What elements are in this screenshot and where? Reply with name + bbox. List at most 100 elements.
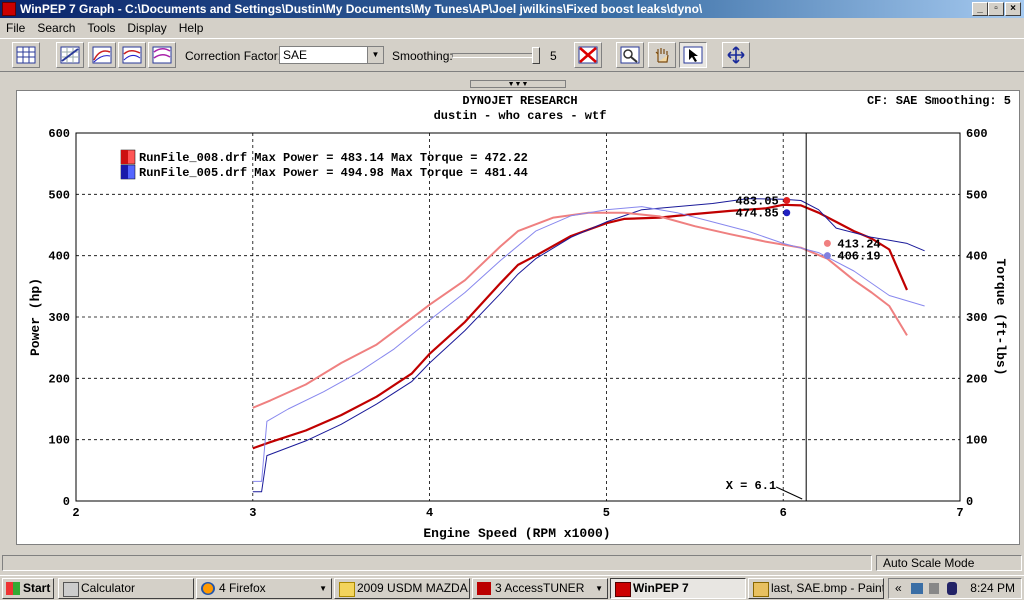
no-markers-icon — [578, 46, 598, 64]
chevron-down-icon[interactable]: ▼ — [367, 47, 383, 63]
y-axis-right-label: Torque (ft-lbs) — [993, 258, 1008, 375]
graph-power-icon — [60, 46, 80, 64]
y-tick-label-left: 500 — [48, 188, 70, 202]
x-axis-label: Engine Speed (RPM x1000) — [423, 526, 610, 541]
taskbar-item-label: last, SAE.bmp - Paint — [771, 581, 884, 595]
y-axis-left-label: Power (hp) — [28, 278, 43, 356]
network-icon[interactable] — [911, 583, 923, 594]
menu-bar: File Search Tools Display Help — [0, 19, 1024, 37]
taskbar-item-label: 4 Firefox — [219, 581, 266, 595]
peak-marker-dot — [783, 209, 791, 217]
menu-tools[interactable]: Tools — [81, 19, 121, 37]
move-icon — [727, 46, 745, 64]
graph-compare-button[interactable] — [148, 42, 176, 68]
peak-marker-dot — [783, 196, 791, 204]
chevron-down-icon: ▼ — [595, 584, 603, 593]
maximize-button[interactable]: ▫ — [988, 2, 1004, 16]
y-tick-label-right: 400 — [966, 250, 988, 264]
status-bar: Auto Scale Mode — [0, 555, 1024, 573]
taskbar-item-label: 2009 USDM MAZDA... — [357, 581, 470, 595]
graph-overlay-icon — [122, 46, 142, 64]
y-tick-label-left: 200 — [48, 372, 70, 386]
taskbar-item-winpep[interactable]: WinPEP 7 — [610, 578, 746, 599]
start-label: Start — [23, 581, 51, 595]
zoom-button[interactable] — [616, 42, 644, 68]
smoothing-label: Smoothing: — [392, 49, 453, 63]
y-tick-label-left: 0 — [63, 495, 70, 509]
cursor-icon — [683, 46, 703, 64]
system-tray: « 8:24 PM — [888, 578, 1022, 599]
taskbar-item-firefox[interactable]: 4 Firefox ▼ — [196, 578, 332, 599]
close-button[interactable]: × — [1005, 2, 1021, 16]
y-tick-label-right: 100 — [966, 434, 988, 448]
smoothing-slider-thumb[interactable] — [532, 47, 540, 64]
clear-markers-button[interactable] — [574, 42, 602, 68]
dyno-chart: DYNOJET RESEARCH dustin - who cares - wt… — [28, 94, 1011, 541]
y-tick-label-right: 0 — [966, 495, 973, 509]
accesstuner-icon — [477, 582, 491, 595]
cursor-button[interactable] — [679, 42, 707, 68]
peak-marker-label: 406.19 — [837, 250, 880, 264]
menu-search[interactable]: Search — [31, 19, 81, 37]
smoothing-slider[interactable] — [452, 47, 542, 67]
winpep-app-icon[interactable] — [2, 2, 16, 16]
correction-factor-select[interactable]: SAE ▼ — [279, 46, 384, 64]
toolbar: Correction Factor: SAE ▼ Smoothing: 5 — [0, 38, 1024, 72]
graph-power-button[interactable] — [56, 42, 84, 68]
pan-button[interactable] — [648, 42, 676, 68]
smoothing-slider-track — [452, 53, 540, 58]
grid-view-button[interactable] — [12, 42, 40, 68]
move-axes-button[interactable] — [722, 42, 750, 68]
hand-icon — [655, 48, 669, 63]
y-tick-label-right: 600 — [966, 127, 988, 141]
calculator-icon — [63, 582, 79, 597]
menu-file[interactable]: File — [0, 19, 31, 37]
start-button[interactable]: Start — [2, 578, 54, 599]
taskbar-item-label: Calculator — [81, 581, 136, 595]
status-auto-scale: Auto Scale Mode — [876, 555, 1022, 571]
title-bar: WinPEP 7 Graph - C:\Documents and Settin… — [0, 0, 1024, 18]
x-tick-label: 4 — [426, 506, 433, 520]
graph-overlay-button[interactable] — [118, 42, 146, 68]
minimize-button[interactable]: _ — [972, 2, 988, 16]
peak-marker-label: 474.85 — [736, 207, 779, 221]
legend-swatch-runfile-008-dark — [121, 150, 128, 164]
taskbar-item-calculator[interactable]: Calculator — [58, 578, 194, 599]
y-tick-label-right: 200 — [966, 372, 988, 386]
taskbar-item-folder[interactable]: 2009 USDM MAZDA... — [334, 578, 470, 599]
legend-swatch-runfile-005-dark — [121, 165, 128, 179]
panel-splitter[interactable]: ▼▼▼ — [470, 80, 566, 88]
zoom-icon — [620, 46, 640, 64]
windows-flag-icon — [6, 582, 20, 595]
x-tick-label: 5 — [603, 506, 610, 520]
graph-compare-icon — [152, 46, 172, 64]
x-tick-label: 3 — [249, 506, 256, 520]
y-tick-label-left: 100 — [48, 434, 70, 448]
y-tick-label-left: 600 — [48, 127, 70, 141]
menu-help[interactable]: Help — [173, 19, 210, 37]
smoothing-value: 5 — [550, 49, 557, 63]
paint-icon — [753, 582, 769, 597]
menu-display[interactable]: Display — [121, 19, 172, 37]
peak-marker-dot — [823, 252, 831, 260]
status-pane-main — [2, 555, 872, 571]
tray-clock[interactable]: 8:24 PM — [970, 579, 1015, 598]
folder-icon — [339, 582, 355, 597]
winpep-icon — [615, 582, 631, 597]
volume-icon[interactable] — [929, 583, 939, 594]
tray-app-icon[interactable] — [947, 582, 957, 595]
chevron-down-icon: ▼ — [319, 584, 327, 593]
x-cursor-label: X = 6.1 — [726, 479, 776, 493]
firefox-icon — [201, 582, 215, 595]
taskbar-item-label: 3 AccessTUNER — [495, 581, 585, 595]
graph-torque-button[interactable] — [88, 42, 116, 68]
graph-panel: DYNOJET RESEARCH dustin - who cares - wt… — [16, 90, 1020, 545]
peak-marker-dot — [823, 239, 831, 247]
taskbar-item-paint[interactable]: last, SAE.bmp - Paint — [748, 578, 884, 599]
correction-factor-value: SAE — [283, 48, 308, 62]
correction-factor-label: Correction Factor: — [185, 49, 282, 63]
y-tick-label-left: 400 — [48, 250, 70, 264]
grid-icon — [16, 46, 36, 64]
taskbar-item-accesstuner[interactable]: 3 AccessTUNER ▼ — [472, 578, 608, 599]
tray-expand-icon[interactable]: « — [895, 579, 902, 598]
